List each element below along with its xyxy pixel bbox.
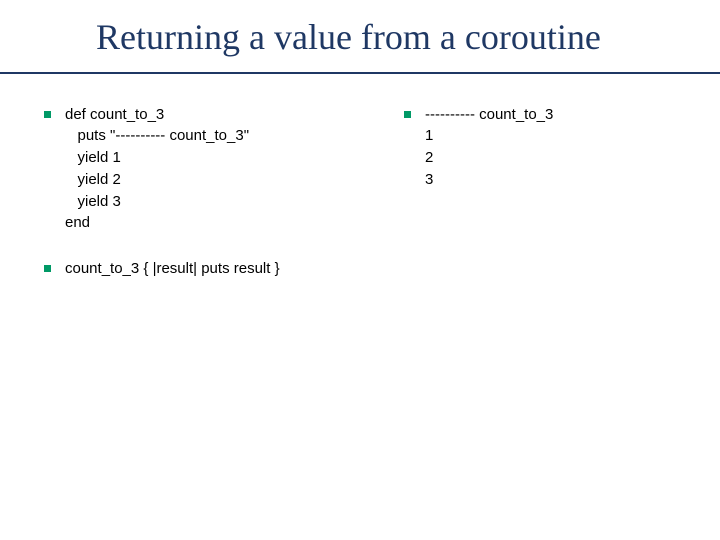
slide: Returning a value from a coroutine def c… (0, 0, 720, 540)
left-column: def count_to_3 puts "---------- count_to… (44, 104, 404, 304)
list-item: ---------- count_to_3 1 2 3 (404, 104, 684, 191)
list-item: count_to_3 { |result| puts result } (44, 258, 404, 280)
slide-title: Returning a value from a coroutine (0, 0, 720, 68)
code-block-2: count_to_3 { |result| puts result } (65, 258, 280, 280)
right-column: ---------- count_to_3 1 2 3 (404, 104, 684, 304)
code-block-1: def count_to_3 puts "---------- count_to… (65, 104, 249, 235)
bullet-icon (404, 111, 411, 118)
slide-body: def count_to_3 puts "---------- count_to… (0, 74, 720, 304)
bullet-icon (44, 265, 51, 272)
list-item: def count_to_3 puts "---------- count_to… (44, 104, 404, 235)
output-block: ---------- count_to_3 1 2 3 (425, 104, 553, 191)
bullet-icon (44, 111, 51, 118)
